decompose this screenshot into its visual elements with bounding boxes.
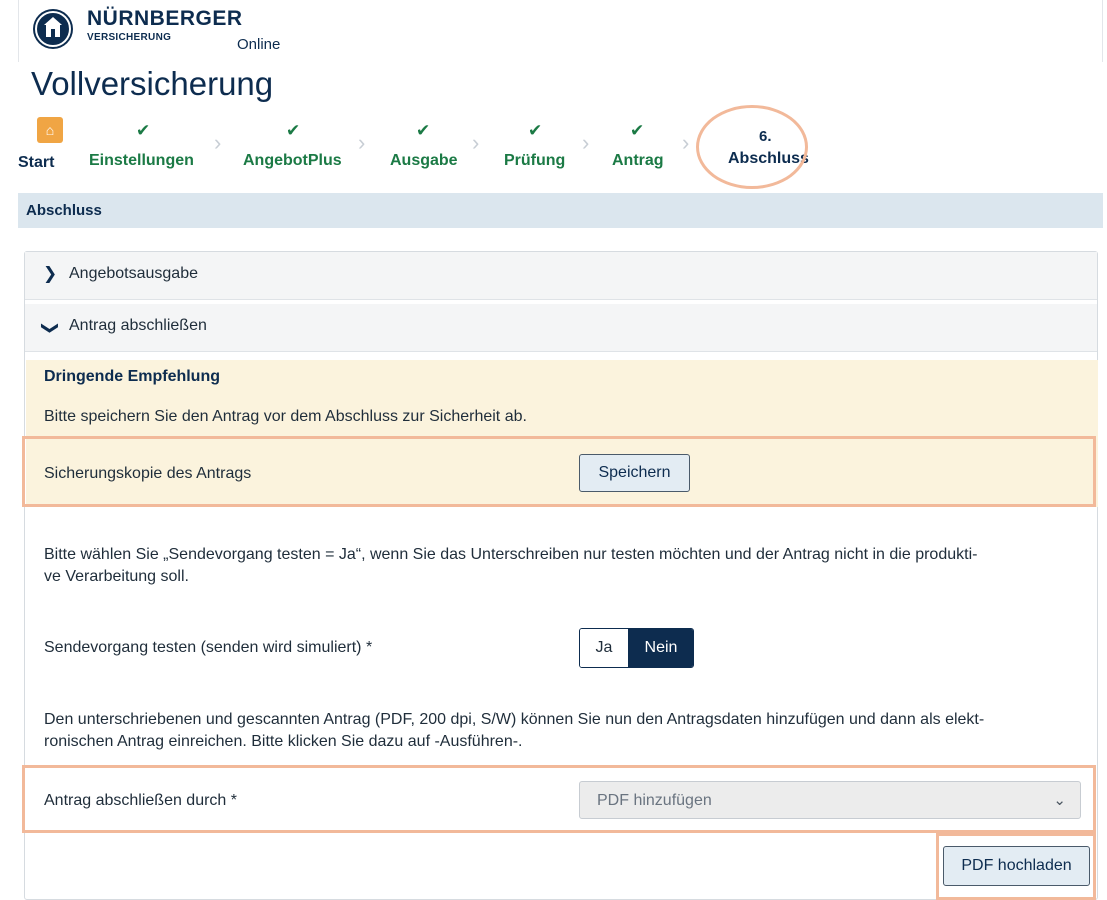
pdf-upload-button[interactable]: PDF hochladen xyxy=(943,846,1090,886)
accordion-label: Angebotsausgabe xyxy=(69,265,198,282)
check-icon: ✔ xyxy=(136,121,151,140)
step-ausgabe[interactable]: Ausgabe xyxy=(390,152,458,170)
accordion-angebotsausgabe[interactable]: ❯ Angebotsausgabe xyxy=(25,252,1097,300)
complete-by-label: Antrag abschließen durch * xyxy=(44,792,237,809)
test-send-toggle: Ja Nein xyxy=(579,628,694,668)
step-angebotplus[interactable]: AngebotPlus xyxy=(243,152,342,170)
complete-by-selected-value: PDF hinzufügen xyxy=(597,792,712,809)
chevron-right-icon: › xyxy=(682,130,690,155)
chevron-right-icon: › xyxy=(472,130,480,155)
brand-name: NÜRNBERGER xyxy=(87,7,243,30)
page-title: Vollversicherung xyxy=(31,65,274,102)
home-icon[interactable]: ⌂ xyxy=(37,117,63,143)
section-title: Abschluss xyxy=(26,202,102,219)
step-einstellungen[interactable]: Einstellungen xyxy=(89,152,194,170)
upload-hint-text: Den unterschriebenen und gescannten Antr… xyxy=(44,709,984,753)
active-step-highlight xyxy=(696,105,808,189)
notice-heading: Dringende Empfehlung xyxy=(44,368,220,385)
chevron-right-icon: › xyxy=(214,130,222,155)
test-send-label: Sendevorgang testen (senden wird simulie… xyxy=(44,639,373,656)
app-header: NÜRNBERGER VERSICHERUNG Online xyxy=(18,0,1103,62)
backup-label: Sicherungskopie des Antrags xyxy=(44,465,252,482)
save-button[interactable]: Speichern xyxy=(579,454,690,492)
accordion-label: Antrag abschließen xyxy=(69,317,207,334)
upload-hint-line-2: ronischen Antrag einreichen. Bitte klick… xyxy=(44,733,523,750)
complete-by-select[interactable]: PDF hinzufügen ⌄ xyxy=(579,781,1081,819)
section-header: Abschluss xyxy=(18,193,1103,228)
progress-stepper: ⌂ Start ✔ Einstellungen › ✔ AngebotPlus … xyxy=(18,112,1103,192)
chevron-right-icon: › xyxy=(358,130,366,155)
test-hint-line-2: ve Verarbeitung soll. xyxy=(44,568,189,585)
check-icon: ✔ xyxy=(286,121,301,140)
check-icon: ✔ xyxy=(630,121,645,140)
chevron-down-icon: ❯ xyxy=(41,320,61,336)
step-pruefung[interactable]: Prüfung xyxy=(504,152,565,170)
step-start[interactable]: Start xyxy=(18,154,54,172)
brand-online-label: Online xyxy=(237,36,281,53)
test-hint-text: Bitte wählen Sie „Sendevorgang testen = … xyxy=(44,544,977,588)
check-icon: ✔ xyxy=(416,121,431,140)
nuernberger-logo-icon xyxy=(33,9,73,49)
chevron-down-icon: ⌄ xyxy=(1053,792,1066,809)
chevron-right-icon: ❯ xyxy=(43,264,58,283)
step-antrag[interactable]: Antrag xyxy=(612,152,664,170)
check-icon: ✔ xyxy=(528,121,543,140)
toggle-ja[interactable]: Ja xyxy=(580,629,628,667)
chevron-right-icon: › xyxy=(582,130,590,155)
upload-hint-line-1: Den unterschriebenen und gescannten Antr… xyxy=(44,711,985,728)
toggle-nein[interactable]: Nein xyxy=(628,629,693,667)
test-hint-line-1: Bitte wählen Sie „Sendevorgang testen = … xyxy=(44,546,978,563)
accordion-antrag-abschliessen[interactable]: ❯ Antrag abschließen xyxy=(25,304,1097,352)
brand-subtitle: VERSICHERUNG xyxy=(87,32,172,43)
notice-text: Bitte speichern Sie den Antrag vor dem A… xyxy=(44,408,527,425)
